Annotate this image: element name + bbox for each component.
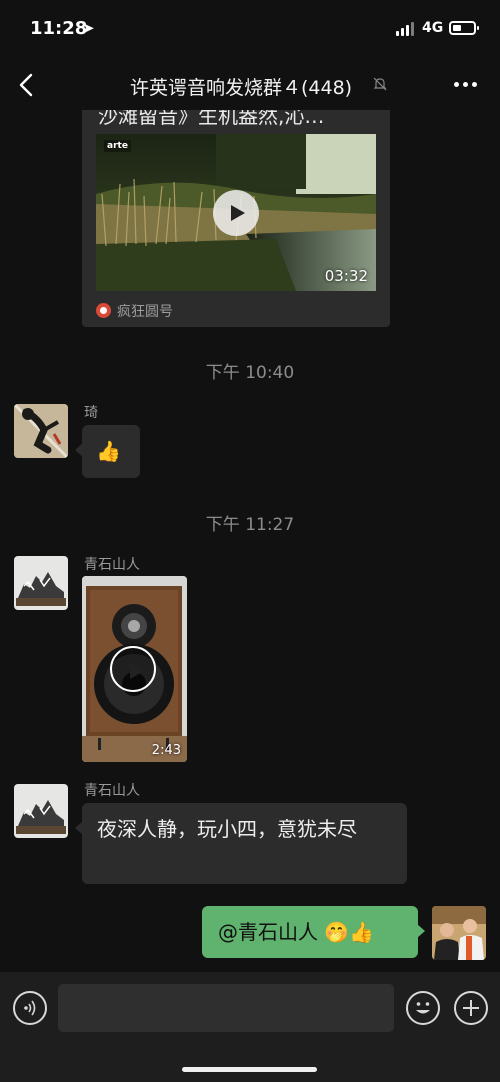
play-icon[interactable] [110, 646, 156, 692]
more-options-icon[interactable] [454, 82, 478, 88]
video-duration: 03:32 [324, 267, 368, 285]
location-icon: ➤ [82, 19, 95, 37]
card-video-thumbnail[interactable]: arte 03:32 [96, 134, 376, 291]
source-name: 疯狂圆号 [117, 304, 173, 320]
sender-name: 青石山人 [84, 783, 140, 799]
message-text: @青石山人 🤭👍 [218, 920, 375, 944]
battery-icon [449, 21, 479, 35]
status-bar: 11:28 ➤ 4G [0, 0, 500, 60]
sender-name: 琦 [84, 405, 98, 421]
message-bubble[interactable]: 夜深人静，玩小四，意犹未尽 [75, 803, 407, 884]
avatar[interactable] [14, 404, 68, 458]
sender-name: 青石山人 [84, 557, 140, 573]
thumbs-up-emoji: 👍 [96, 439, 121, 463]
card-title: 沙滩留音》生机盎然,沁… [98, 110, 325, 128]
video-message[interactable]: 2:43 [82, 576, 187, 762]
message-text: 夜深人静，玩小四，意犹未尽 [97, 817, 357, 841]
card-source[interactable]: 疯狂圆号 [96, 301, 173, 321]
play-icon[interactable] [213, 190, 259, 236]
channel-video-card[interactable]: 沙滩留音》生机盎然,沁… arte 03:32 疯狂圆号 [82, 110, 390, 327]
back-icon[interactable] [14, 72, 40, 98]
signal-icon [396, 22, 416, 36]
video-duration: 2:43 [151, 743, 181, 758]
chat-area: 沙滩留音》生机盎然,沁… arte 03:32 疯狂圆号 下午 10:40 琦 … [0, 110, 500, 972]
avatar[interactable] [14, 784, 68, 838]
avatar[interactable] [14, 556, 68, 610]
channel-source-icon [96, 303, 111, 318]
channel-logo: arte [104, 140, 131, 152]
status-time: 11:28 [30, 18, 88, 39]
network-type: 4G [422, 20, 444, 36]
my-avatar[interactable] [432, 906, 486, 960]
home-indicator [182, 1067, 317, 1072]
add-icon[interactable] [454, 991, 488, 1025]
my-message-bubble[interactable]: @青石山人 🤭👍 [202, 906, 425, 958]
chat-title: 许英谔音响发烧群４(448) [130, 77, 353, 99]
chat-header: 许英谔音响发烧群４(448) [0, 60, 500, 110]
message-bubble[interactable]: 👍 [75, 425, 140, 478]
mute-bell-icon [373, 77, 387, 91]
voice-icon[interactable] [13, 991, 47, 1025]
emoji-icon[interactable] [406, 991, 440, 1025]
input-bar [0, 972, 500, 1082]
time-divider: 下午 10:40 [205, 363, 295, 383]
time-divider: 下午 11:27 [205, 515, 295, 535]
message-input[interactable] [58, 984, 394, 1032]
